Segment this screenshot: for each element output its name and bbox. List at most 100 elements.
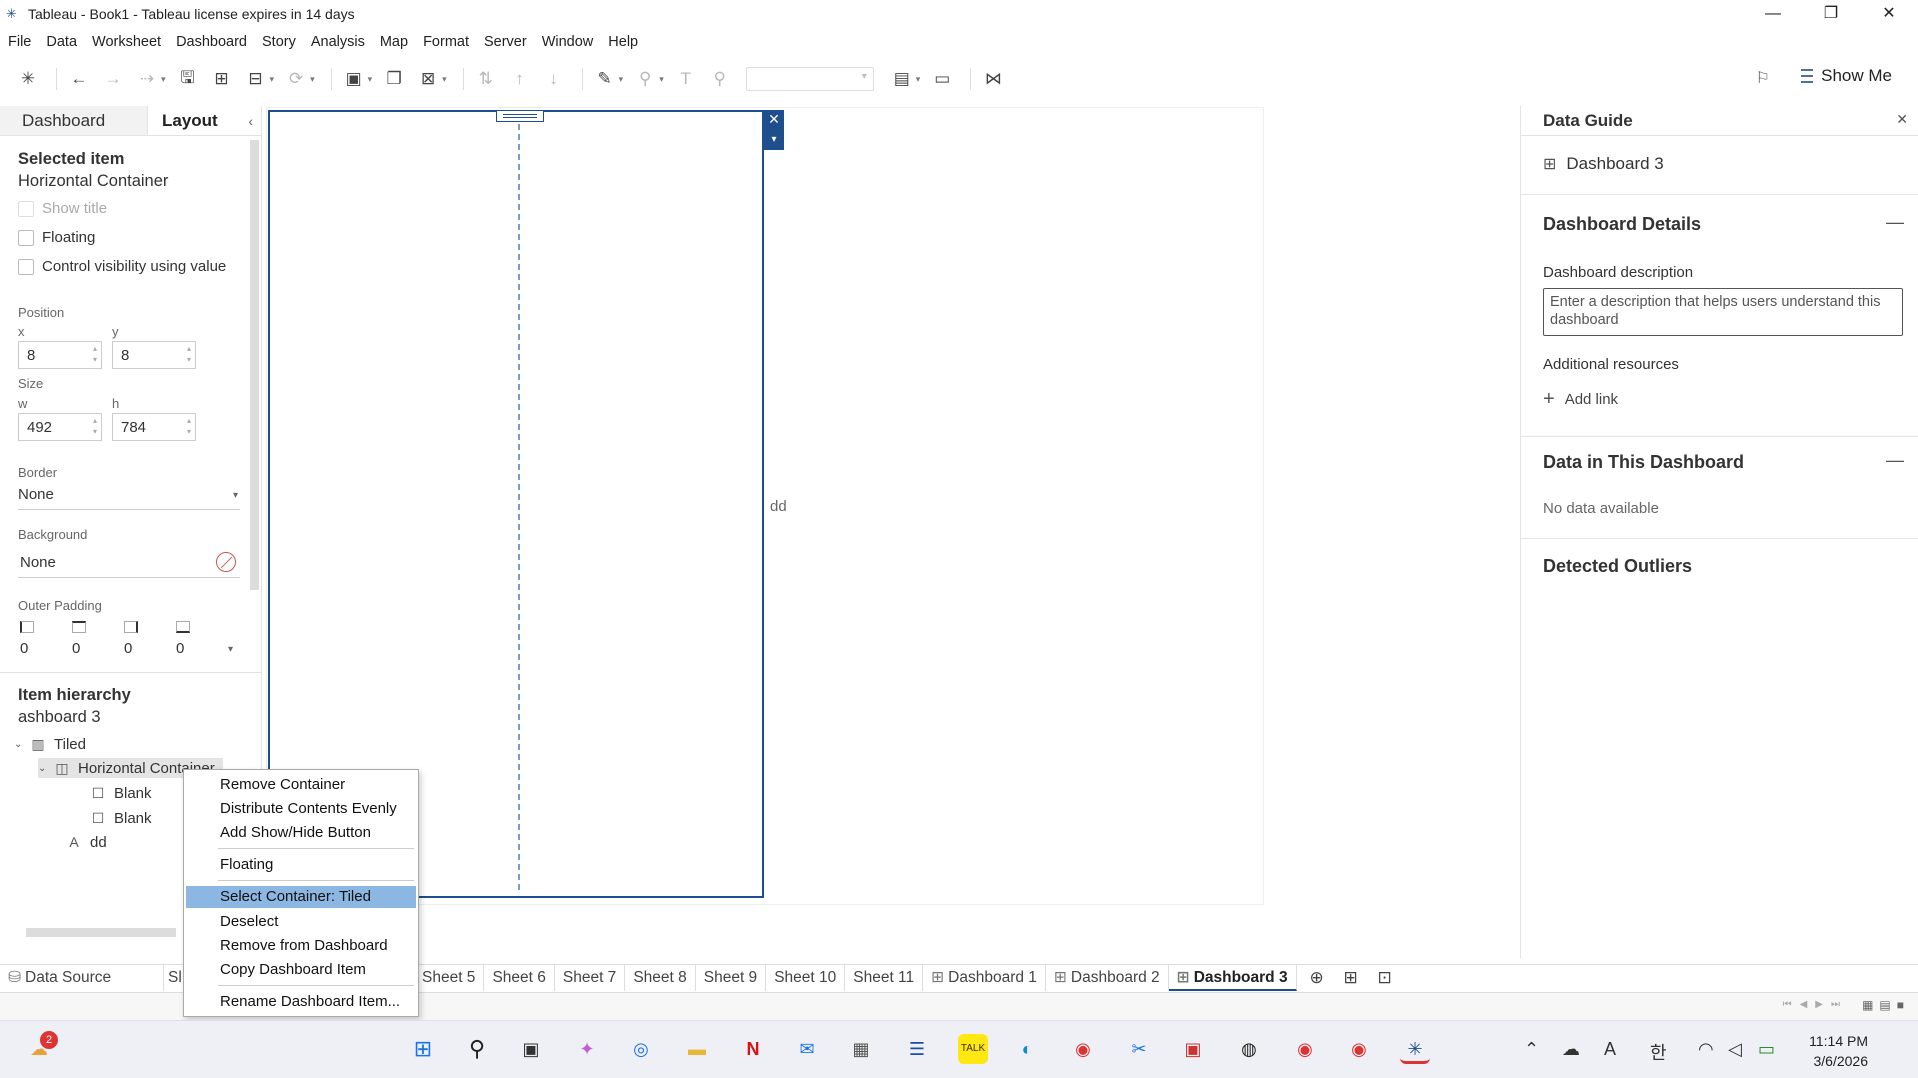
- share-icon[interactable]: ⋈: [979, 65, 1007, 93]
- menu-file[interactable]: File: [8, 34, 31, 50]
- dashboard-tab-active[interactable]: ⊞ Dashboard 3: [1168, 964, 1297, 991]
- padding-right-value[interactable]: 0: [124, 640, 132, 657]
- chevron-down-icon[interactable]: ⌄: [14, 739, 30, 750]
- tree-item-blank[interactable]: ☐ Blank: [90, 783, 152, 803]
- wifi-icon[interactable]: ◠: [1698, 1039, 1714, 1060]
- menu-map[interactable]: Map: [380, 34, 408, 50]
- labels-icon[interactable]: T: [672, 65, 700, 93]
- menu-help[interactable]: Help: [608, 34, 638, 50]
- search-icon[interactable]: ⚲: [462, 1034, 492, 1064]
- sheet-tab[interactable]: Sheet 7: [555, 964, 626, 991]
- menu-dashboard[interactable]: Dashboard: [176, 34, 247, 50]
- add-link-button[interactable]: + Add link: [1543, 388, 1618, 411]
- show-hidden-icons-icon[interactable]: ⌃: [1524, 1039, 1539, 1060]
- edge-icon[interactable]: ◐: [1012, 1034, 1042, 1064]
- menu-add-show-hide-button[interactable]: Add Show/Hide Button: [186, 822, 416, 844]
- close-window-button[interactable]: ✕: [1860, 0, 1918, 28]
- app-icon[interactable]: ▣: [1178, 1034, 1208, 1064]
- replay-caret-icon[interactable]: ▾: [161, 74, 166, 85]
- view-toggle-icons[interactable]: ▦▤■: [1862, 998, 1910, 1012]
- floating-checkbox[interactable]: Floating: [18, 229, 95, 246]
- redo-icon[interactable]: →: [99, 65, 127, 93]
- system-clock[interactable]: 11:14 PM 3/6/2026: [1809, 1031, 1868, 1071]
- group-icon[interactable]: ⚲: [631, 65, 659, 93]
- chrome-icon[interactable]: ◉: [1068, 1034, 1098, 1064]
- windows-start-icon[interactable]: ⊞: [408, 1034, 438, 1064]
- pause-caret-icon[interactable]: ▾: [270, 74, 275, 85]
- menu-remove-from-dashboard[interactable]: Remove from Dashboard: [186, 935, 416, 957]
- tree-item-tiled[interactable]: ⌄ ▥ Tiled: [14, 734, 86, 754]
- file-explorer-icon[interactable]: ▬: [682, 1034, 712, 1064]
- menu-deselect[interactable]: Deselect: [186, 911, 416, 933]
- notepad-icon[interactable]: ☰: [902, 1034, 932, 1064]
- menu-story[interactable]: Story: [262, 34, 296, 50]
- tableau-taskbar-icon[interactable]: ✳: [1400, 1034, 1430, 1064]
- menu-analysis[interactable]: Analysis: [311, 34, 365, 50]
- x-input[interactable]: 8: [18, 341, 102, 369]
- save-icon[interactable]: 🖫: [174, 65, 202, 93]
- kakaotalk-icon[interactable]: TALK: [958, 1034, 988, 1064]
- background-dropdown[interactable]: None: [18, 552, 240, 578]
- show-me-button[interactable]: Show Me: [1801, 66, 1892, 86]
- menu-copy-dashboard-item[interactable]: Copy Dashboard Item: [186, 959, 416, 981]
- menu-format[interactable]: Format: [423, 34, 469, 50]
- sheet-tab[interactable]: Sheet 11: [845, 964, 924, 991]
- clear-sheet-icon[interactable]: ⊠: [414, 65, 442, 93]
- padding-bottom-value[interactable]: 0: [176, 640, 184, 657]
- browser-icon[interactable]: ◎: [626, 1034, 656, 1064]
- padding-left-value[interactable]: 0: [20, 640, 28, 657]
- tableau-home-icon[interactable]: ✳: [14, 65, 42, 93]
- tab-navigation-icons[interactable]: ⏮◀▶⏭: [1783, 999, 1848, 1010]
- group-caret-icon[interactable]: ▾: [659, 74, 664, 85]
- sheet-tab[interactable]: Sheet 9: [696, 964, 767, 991]
- chrome-profile-icon[interactable]: ◉: [1344, 1034, 1374, 1064]
- fit-dropdown[interactable]: [745, 67, 874, 91]
- show-title-checkbox[interactable]: Show title: [18, 200, 107, 217]
- control-visibility-checkbox[interactable]: Control visibility using value: [18, 258, 226, 275]
- move-handle-icon[interactable]: [496, 110, 544, 122]
- sheet-tab[interactable]: Sheet 6: [484, 964, 555, 991]
- new-worksheet-icon[interactable]: ⊕: [1303, 964, 1331, 992]
- tab-layout[interactable]: Layout: [148, 106, 248, 135]
- calculator-icon[interactable]: ▦: [846, 1034, 876, 1064]
- new-worksheet-icon[interactable]: ▣: [340, 65, 368, 93]
- tab-dashboard[interactable]: Dashboard: [0, 106, 148, 135]
- volume-icon[interactable]: ◁: [1728, 1039, 1742, 1060]
- input-mode-a[interactable]: A: [1604, 1039, 1616, 1060]
- dashboard-tab[interactable]: ⊞ Dashboard 1: [923, 964, 1046, 991]
- minimize-button[interactable]: —: [1744, 0, 1802, 28]
- sort-descending-icon[interactable]: ↓: [540, 65, 568, 93]
- height-input[interactable]: 784: [112, 413, 196, 441]
- refresh-caret-icon[interactable]: ▾: [310, 74, 315, 85]
- menu-remove-container[interactable]: Remove Container: [186, 774, 416, 796]
- pin-icon[interactable]: ⚐: [1756, 68, 1770, 88]
- menu-data[interactable]: Data: [46, 34, 77, 50]
- refresh-icon[interactable]: ⟳: [282, 65, 310, 93]
- close-panel-icon[interactable]: ✕: [1896, 111, 1908, 128]
- input-mode-korean[interactable]: 한: [1650, 1039, 1667, 1065]
- detected-outliers-heading[interactable]: Detected Outliers: [1543, 556, 1692, 577]
- tree-item-blank[interactable]: ☐ Blank: [90, 808, 152, 828]
- show-cards-caret-icon[interactable]: ▾: [916, 74, 921, 85]
- menu-floating[interactable]: Floating: [186, 854, 416, 876]
- menu-rename-dashboard-item[interactable]: Rename Dashboard Item...: [186, 991, 416, 1013]
- fix-axes-icon[interactable]: ⚲: [706, 65, 734, 93]
- highlight-icon[interactable]: ✎: [591, 65, 619, 93]
- outlook-icon[interactable]: ✉: [792, 1034, 822, 1064]
- task-view-icon[interactable]: ▣: [516, 1034, 546, 1064]
- container-actions[interactable]: ✕ ▾: [764, 110, 784, 150]
- new-story-icon[interactable]: ⊡: [1371, 964, 1399, 992]
- text-object-dd[interactable]: dd: [770, 498, 787, 515]
- description-textarea[interactable]: Enter a description that helps users und…: [1543, 288, 1903, 336]
- sheet-tab[interactable]: Sheet 5: [414, 964, 485, 991]
- menu-worksheet[interactable]: Worksheet: [92, 34, 161, 50]
- collapse-section-icon[interactable]: —: [1886, 212, 1904, 233]
- vertical-scrollbar[interactable]: [250, 140, 259, 590]
- new-worksheet-caret-icon[interactable]: ▾: [368, 74, 373, 85]
- highlight-caret-icon[interactable]: ▾: [619, 74, 624, 85]
- undo-icon[interactable]: ←: [65, 65, 93, 93]
- netflix-icon[interactable]: N: [738, 1034, 768, 1064]
- menu-window[interactable]: Window: [542, 34, 594, 50]
- horizontal-scrollbar[interactable]: [26, 928, 176, 937]
- menu-select-container-tiled[interactable]: Select Container: Tiled: [186, 886, 416, 908]
